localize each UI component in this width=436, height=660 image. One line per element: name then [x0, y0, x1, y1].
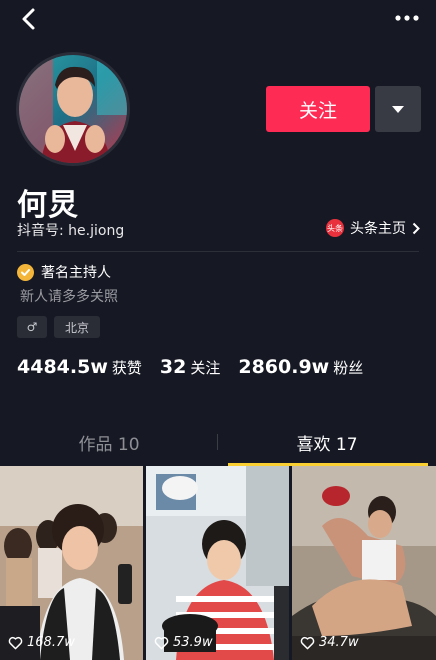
content-tabs: 作品 10 喜欢 17 — [0, 418, 436, 466]
recommend-dropdown-button[interactable] — [375, 86, 421, 132]
followers-count: 2860.9w — [238, 356, 330, 378]
back-arrow-icon[interactable] — [14, 4, 44, 34]
follow-button[interactable]: 关注 — [266, 86, 370, 132]
following-count: 32 — [159, 356, 187, 378]
following-stat[interactable]: 32 关注 — [160, 356, 220, 378]
location-tag: 北京 — [54, 316, 100, 338]
verified-title: 著名主持人 — [41, 265, 111, 281]
profile-name: 何炅 — [17, 188, 79, 223]
video-like-value: 168.7w — [27, 635, 75, 650]
chevron-right-icon — [412, 222, 420, 234]
likes-label: 获赞 — [111, 359, 142, 377]
followers-label: 粉丝 — [333, 359, 364, 377]
video-thumbnail-image — [146, 466, 289, 660]
video-like-value: 34.7w — [319, 635, 359, 650]
toutiao-logo-icon: 头条 — [326, 219, 344, 237]
video-like-count: 53.9w — [154, 635, 213, 650]
video-thumbnail[interactable]: 34.7w — [292, 466, 436, 660]
gender-tag: ♂ — [17, 316, 47, 338]
following-label: 关注 — [190, 359, 221, 377]
heart-icon — [154, 636, 169, 649]
likes-count: 4484.5w — [17, 356, 108, 378]
video-like-count: 34.7w — [300, 635, 359, 650]
verified-check-icon — [17, 263, 34, 281]
followers-stat[interactable]: 2860.9w 粉丝 — [238, 356, 363, 378]
male-icon: ♂ — [26, 320, 38, 334]
toutiao-homepage-link[interactable]: 头条 头条主页 — [326, 218, 420, 238]
top-bar — [0, 0, 436, 40]
video-thumbnail[interactable]: 53.9w — [146, 466, 289, 660]
heart-icon — [8, 636, 23, 649]
tab-likes[interactable]: 喜欢 17 — [218, 418, 436, 466]
profile-stats: 4484.5w 获赞 32 关注 2860.9w 粉丝 — [17, 356, 381, 378]
tab-works[interactable]: 作品 10 — [0, 418, 218, 466]
more-options-icon[interactable] — [392, 8, 422, 28]
video-thumbnail[interactable]: 168.7w — [0, 466, 143, 660]
video-like-value: 53.9w — [173, 635, 213, 650]
video-thumbnail-image — [0, 466, 143, 660]
avatar-image — [19, 55, 127, 163]
video-grid: 168.7w 53.9w 34.7w — [0, 466, 436, 660]
avatar[interactable] — [16, 52, 130, 166]
video-like-count: 168.7w — [8, 635, 75, 650]
likes-stat: 4484.5w 获赞 — [17, 356, 142, 378]
toutiao-link-label: 头条主页 — [350, 221, 406, 237]
video-thumbnail-image — [292, 466, 436, 660]
bio-text: 新人请多多关照 — [20, 289, 118, 305]
divider — [17, 251, 419, 252]
verified-badge: 著名主持人 — [17, 262, 111, 282]
heart-icon — [300, 636, 315, 649]
caret-down-icon — [392, 106, 404, 113]
douyin-id: 抖音号: he.jiong — [17, 223, 125, 239]
